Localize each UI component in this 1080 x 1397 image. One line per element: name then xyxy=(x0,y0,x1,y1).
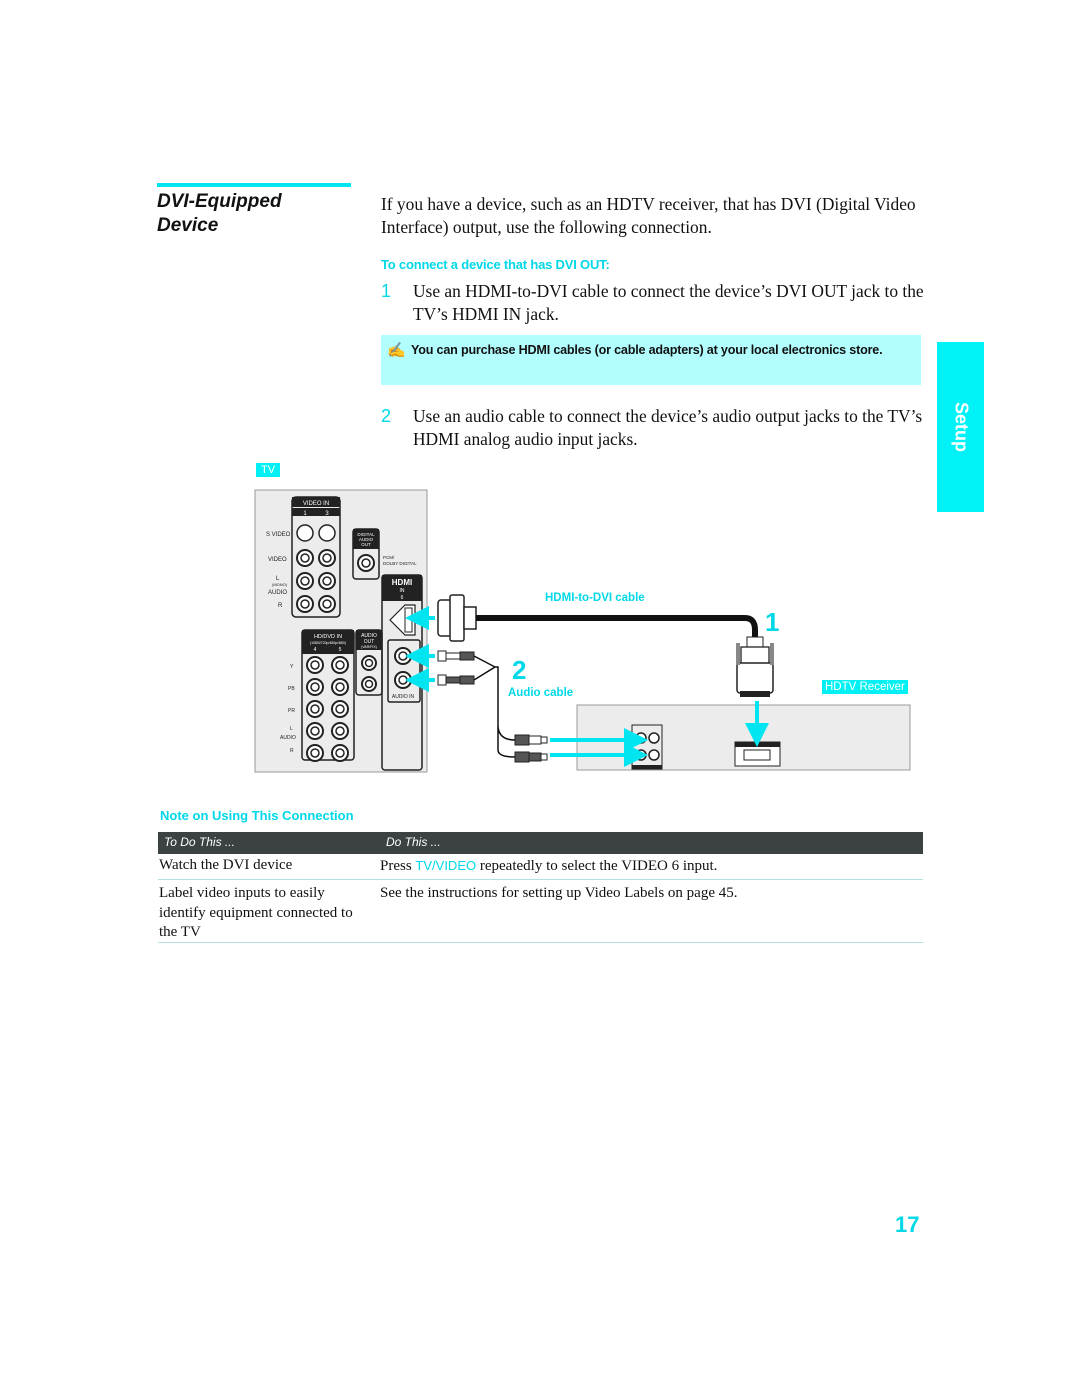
step-text: Use an HDMI-to-DVI cable to connect the … xyxy=(413,281,924,324)
component-jack xyxy=(331,678,349,696)
procedure-subhead: To connect a device that has DVI OUT: xyxy=(381,257,610,272)
tv-label: TV xyxy=(256,463,281,477)
hdmi-plug xyxy=(437,594,477,642)
step-marker-1: 1 xyxy=(765,607,780,637)
section-title-line1: DVI-Equipped xyxy=(157,191,282,212)
audio-cable-label: Audio cable xyxy=(508,687,574,699)
svg-text:6: 6 xyxy=(401,595,404,601)
intro-paragraph: If you have a device, such as an HDTV re… xyxy=(381,194,916,237)
svg-text:OUT: OUT xyxy=(361,542,371,547)
step-2: 2 Use an audio cable to connect the devi… xyxy=(381,405,926,451)
dvi-plug xyxy=(736,636,774,697)
side-tab-label: Setup xyxy=(951,401,971,453)
step-number: 1 xyxy=(381,281,392,301)
optical-jack xyxy=(357,554,375,572)
svg-text:4: 4 xyxy=(314,647,317,653)
step-marker-2: 2 xyxy=(512,655,527,685)
audio-l-jack-1 xyxy=(296,572,314,590)
row-action: See the instructions for setting up Vide… xyxy=(380,885,738,901)
note-box: ✍ You can purchase HDMI cables (or cable… xyxy=(381,335,921,385)
component-jack xyxy=(331,700,349,718)
component-jack xyxy=(306,722,324,740)
audio-r-jack-3 xyxy=(318,595,336,613)
audio-r-label: R xyxy=(278,603,283,609)
step-number: 2 xyxy=(381,406,392,426)
audio-r-jack-1 xyxy=(296,595,314,613)
header-col-1: To Do This ... xyxy=(164,835,235,849)
s-video-label: S VIDEO xyxy=(266,532,291,538)
hdmi-cable-label: HDMI-to-DVI cable xyxy=(545,592,645,604)
svg-text:PB: PB xyxy=(288,686,295,692)
component-jack xyxy=(306,678,324,696)
audio-l-jack-3 xyxy=(318,572,336,590)
receiver-dvi-out xyxy=(734,741,781,767)
section-title-line2: Device xyxy=(157,215,219,236)
header-col-2: Do This ... xyxy=(386,835,441,849)
component-jack xyxy=(306,700,324,718)
svg-text:(VAR/FIX): (VAR/FIX) xyxy=(361,645,377,649)
pencil-note-icon: ✍ xyxy=(387,343,406,359)
step-text: Use an audio cable to connect the device… xyxy=(413,406,923,449)
table-header: To Do This ... Do This ... xyxy=(158,832,923,854)
note-table: To Do This ... Do This ... Watch the DVI… xyxy=(158,832,923,943)
video-label: VIDEO xyxy=(268,557,287,563)
audio-cable xyxy=(473,655,516,758)
svg-text:PCM/: PCM/ xyxy=(383,555,395,560)
row-task: Watch the DVI device xyxy=(159,857,293,873)
hdmi-logo: HDMI xyxy=(392,578,412,587)
component-jack xyxy=(306,744,324,762)
connection-diagram: VIDEO IN 1 3 S VIDEO VIDEO L (MONO) AUDI… xyxy=(254,489,911,773)
hdmi-dvi-cable xyxy=(476,615,758,643)
svg-text:5: 5 xyxy=(339,647,342,653)
receiver-rca-plugs xyxy=(514,734,548,763)
component-jack xyxy=(331,722,349,740)
s-video-jack-1 xyxy=(296,524,314,542)
svg-text:HD/DVD IN: HD/DVD IN xyxy=(314,634,342,640)
row-action: Press TV/VIDEO repeatedly to select the … xyxy=(380,858,718,874)
mono-label: (MONO) xyxy=(272,582,288,587)
svg-text:IN: IN xyxy=(400,588,405,594)
hdmi-audio-r-jack xyxy=(394,671,412,689)
note-text: You can purchase HDMI cables (or cable a… xyxy=(411,343,883,357)
row-task: Label video inputs to easily identify eq… xyxy=(159,885,353,940)
svg-text:PR: PR xyxy=(288,708,295,714)
svg-text:L: L xyxy=(290,726,293,732)
section-title: DVI-Equipped Device xyxy=(157,190,357,238)
video-in-label: VIDEO IN xyxy=(303,501,329,507)
component-jack xyxy=(331,656,349,674)
svg-text:R: R xyxy=(290,748,294,754)
audio-in-label: AUDIO IN xyxy=(392,694,415,700)
svg-text:AUDIO: AUDIO xyxy=(280,735,296,741)
video-jack-3 xyxy=(318,549,336,567)
table-row: Label video inputs to easily identify eq… xyxy=(158,880,923,943)
setup-side-tab: Setup xyxy=(937,342,984,512)
component-jack xyxy=(306,656,324,674)
table-title: Note on Using This Connection xyxy=(160,808,354,823)
video-jack-1 xyxy=(296,549,314,567)
tv-video-key: TV/VIDEO xyxy=(415,858,477,873)
step-1: 1 Use an HDMI-to-DVI cable to connect th… xyxy=(381,280,926,326)
page-number: 17 xyxy=(895,1212,920,1237)
hdmi-audio-l-jack xyxy=(394,647,412,665)
component-jack xyxy=(331,744,349,762)
svg-text:DOLBY DIGITAL: DOLBY DIGITAL xyxy=(383,561,417,566)
s-video-jack-3 xyxy=(318,524,336,542)
audio-label: AUDIO xyxy=(268,590,287,596)
section-rule xyxy=(157,183,351,187)
svg-text:(1080i/720p/480p/480i): (1080i/720p/480p/480i) xyxy=(310,641,346,645)
hdtv-receiver-label: HDTV Receiver xyxy=(822,680,908,694)
table-row: Watch the DVI device Press TV/VIDEO repe… xyxy=(158,854,923,880)
rca-plugs xyxy=(437,650,475,686)
